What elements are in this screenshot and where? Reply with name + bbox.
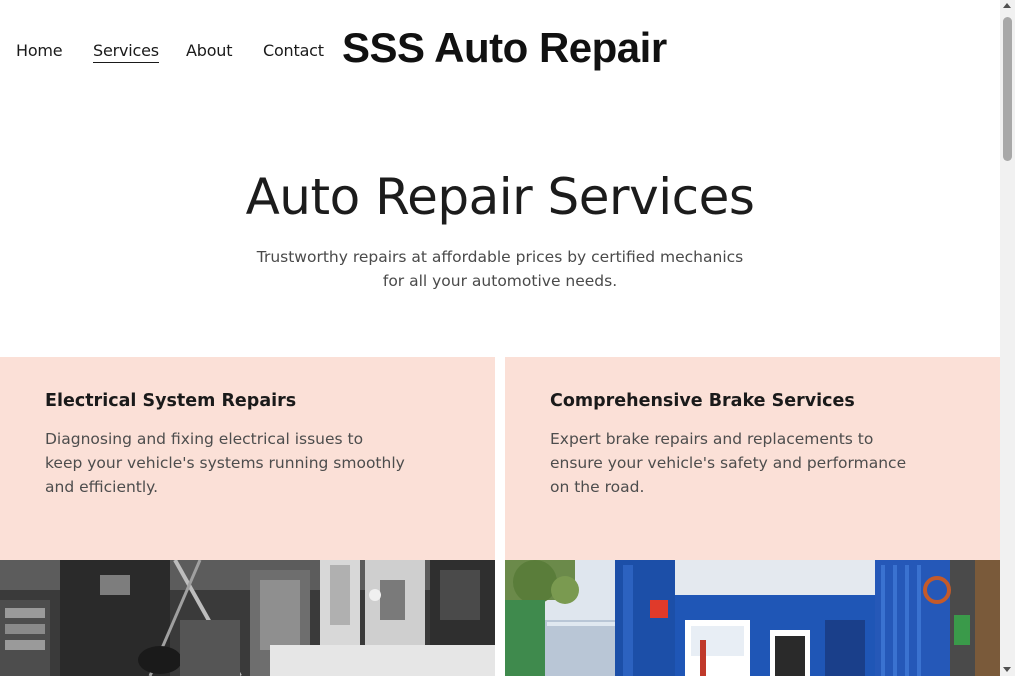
- vertical-scrollbar[interactable]: [1000, 0, 1015, 676]
- service-card-brakes: Comprehensive Brake Services Expert brak…: [505, 357, 1000, 676]
- nav-home-link[interactable]: Home: [16, 41, 63, 60]
- nav-contact-link[interactable]: Contact: [263, 41, 324, 60]
- scroll-down-arrow-icon[interactable]: [1003, 667, 1011, 672]
- service-card-electrical: Electrical System Repairs Diagnosing and…: [0, 357, 495, 676]
- workshop-photo: [0, 560, 495, 676]
- nav-about-link[interactable]: About: [186, 41, 233, 60]
- service-card-description: Expert brake repairs and replacements to…: [550, 430, 907, 496]
- scrollbar-thumb[interactable]: [1003, 17, 1012, 161]
- scroll-up-arrow-icon[interactable]: [1003, 3, 1011, 8]
- page: Home Services About Contact SSS Auto Rep…: [0, 0, 1000, 676]
- site-logo-title[interactable]: SSS Auto Repair: [342, 24, 667, 72]
- service-card-title: Electrical System Repairs: [45, 391, 297, 411]
- page-subtitle: Trustworthy repairs at affordable prices…: [256, 248, 744, 290]
- service-card-title: Comprehensive Brake Services: [550, 391, 855, 411]
- page-title: Auto Repair Services: [245, 168, 755, 226]
- top-navigation: Home Services About Contact SSS Auto Rep…: [0, 0, 1000, 100]
- service-card-description: Diagnosing and fixing electrical issues …: [45, 430, 405, 496]
- nav-services-link[interactable]: Services: [93, 41, 159, 63]
- tire-shop-photo: [505, 560, 1000, 676]
